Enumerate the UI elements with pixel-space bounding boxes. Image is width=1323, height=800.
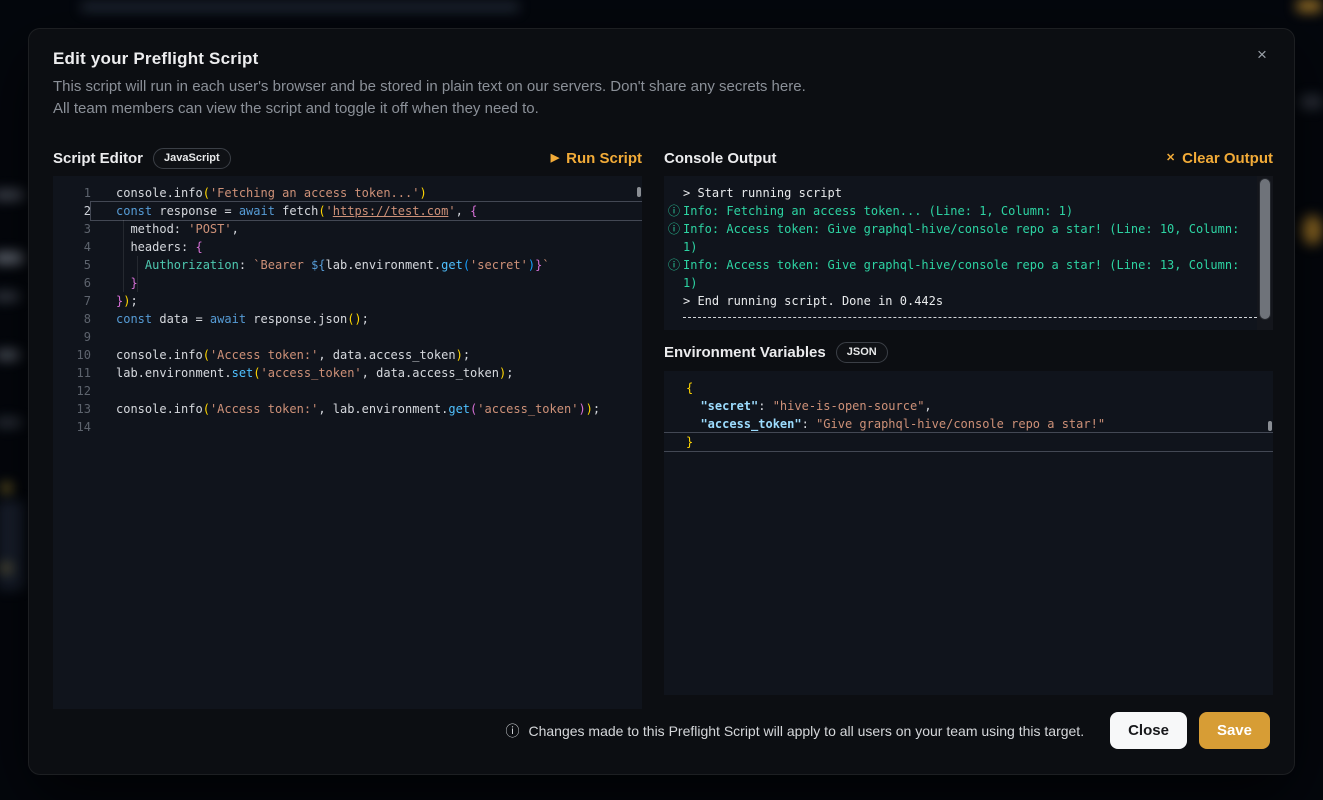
line-number: 2 xyxy=(53,202,91,220)
clear-output-button[interactable]: ✕ Clear Output xyxy=(1166,150,1273,167)
console-entry: ⓘInfo: Fetching an access token... (Line… xyxy=(664,202,1257,220)
console-entry-text: Info: Fetching an access token... (Line:… xyxy=(683,202,1257,220)
line-number: 7 xyxy=(53,292,91,310)
code-line[interactable]: "access_token": "Give graphql-hive/conso… xyxy=(664,415,1273,433)
script-code[interactable]: 1console.info('Fetching an access token.… xyxy=(53,184,642,436)
code-line[interactable]: 8const data = await response.json(); xyxy=(53,310,642,328)
info-icon: ⓘ xyxy=(664,220,683,256)
env-editor-scrollbar[interactable] xyxy=(1268,421,1272,431)
code-line[interactable]: 11lab.environment.set('access_token', da… xyxy=(53,364,642,382)
console-log: > Start running scriptⓘInfo: Fetching an… xyxy=(664,184,1257,318)
modal-description-line1: This script will run in each user's brow… xyxy=(53,78,806,95)
code-line[interactable]: 14 xyxy=(53,418,642,436)
close-button[interactable]: Close xyxy=(1110,712,1187,749)
code-line[interactable]: 12 xyxy=(53,382,642,400)
console-entry: ⓘInfo: Access token: Give graphql-hive/c… xyxy=(664,220,1257,256)
code-line[interactable]: } xyxy=(664,433,1273,451)
footer-note: ⓘ Changes made to this Preflight Script … xyxy=(505,721,1084,741)
console-entry-text: > End running script. Done in 0.442s xyxy=(683,292,1257,310)
script-editor[interactable]: 1console.info('Fetching an access token.… xyxy=(53,176,642,709)
code-line[interactable]: 13console.info('Access token:', lab.envi… xyxy=(53,400,642,418)
console-output-title: Console Output xyxy=(664,150,777,167)
environment-variables-editor[interactable]: { "secret": "hive-is-open-source", "acce… xyxy=(664,371,1273,695)
javascript-badge: JavaScript xyxy=(153,148,231,169)
close-icon[interactable]: × xyxy=(1248,41,1276,69)
console-entry-text: Info: Access token: Give graphql-hive/co… xyxy=(683,220,1257,256)
play-icon: ▶ xyxy=(551,153,559,164)
console-scrollbar[interactable] xyxy=(1257,176,1273,330)
code-line[interactable]: 9 xyxy=(53,328,642,346)
indent-guide xyxy=(137,256,138,292)
line-number: 4 xyxy=(53,238,91,256)
info-icon: ⓘ xyxy=(664,256,683,292)
line-number: 6 xyxy=(53,274,91,292)
code-line[interactable]: 5 Authorization: `Bearer ${lab.environme… xyxy=(53,256,642,274)
line-number: 9 xyxy=(53,328,91,346)
code-line[interactable]: 3 method: 'POST', xyxy=(53,220,642,238)
line-number: 13 xyxy=(53,400,91,418)
info-icon: ⓘ xyxy=(505,721,519,741)
code-line[interactable]: "secret": "hive-is-open-source", xyxy=(664,397,1273,415)
run-script-label: Run Script xyxy=(566,150,642,167)
line-number: 1 xyxy=(53,184,91,202)
save-button[interactable]: Save xyxy=(1199,712,1270,749)
code-line[interactable]: 10console.info('Access token:', data.acc… xyxy=(53,346,642,364)
console-entry: > End running script. Done in 0.442s xyxy=(664,292,1257,310)
script-editor-scrollbar[interactable] xyxy=(637,187,641,197)
log-gutter xyxy=(664,292,683,310)
footer-note-text: Changes made to this Preflight Script wi… xyxy=(528,723,1084,739)
preflight-script-modal: Edit your Preflight Script × This script… xyxy=(28,28,1295,775)
code-line[interactable]: 1console.info('Fetching an access token.… xyxy=(53,184,642,202)
line-number: 11 xyxy=(53,364,91,382)
environment-variables-title: Environment Variables xyxy=(664,344,826,361)
clear-icon: ✕ xyxy=(1166,153,1175,164)
code-line[interactable]: { xyxy=(664,379,1273,397)
code-line[interactable]: 4 headers: { xyxy=(53,238,642,256)
console-scrollbar-thumb[interactable] xyxy=(1259,178,1271,320)
code-line[interactable]: 7}); xyxy=(53,292,642,310)
console-entry: ⓘInfo: Access token: Give graphql-hive/c… xyxy=(664,256,1257,292)
indent-guide xyxy=(123,220,124,292)
script-editor-title: Script Editor xyxy=(53,150,143,167)
info-icon: ⓘ xyxy=(664,202,683,220)
line-number: 10 xyxy=(53,346,91,364)
json-badge: JSON xyxy=(836,342,888,363)
line-number: 12 xyxy=(53,382,91,400)
environment-json[interactable]: { "secret": "hive-is-open-source", "acce… xyxy=(664,379,1273,451)
modal-description-line2: All team members can view the script and… xyxy=(53,100,539,117)
modal-title: Edit your Preflight Script xyxy=(53,49,258,69)
console-output: > Start running scriptⓘInfo: Fetching an… xyxy=(664,176,1273,330)
log-gutter xyxy=(664,184,683,202)
code-line[interactable]: 6 } xyxy=(53,274,642,292)
console-separator xyxy=(683,317,1257,318)
clear-output-label: Clear Output xyxy=(1182,150,1273,167)
run-script-button[interactable]: ▶ Run Script xyxy=(551,150,642,167)
console-entry-text: > Start running script xyxy=(683,184,1257,202)
console-entry-text: Info: Access token: Give graphql-hive/co… xyxy=(683,256,1257,292)
console-entry: > Start running script xyxy=(664,184,1257,202)
line-number: 3 xyxy=(53,220,91,238)
code-line[interactable]: 2const response = await fetch('https://t… xyxy=(53,202,642,220)
line-number: 5 xyxy=(53,256,91,274)
line-number: 8 xyxy=(53,310,91,328)
line-number: 14 xyxy=(53,418,91,436)
